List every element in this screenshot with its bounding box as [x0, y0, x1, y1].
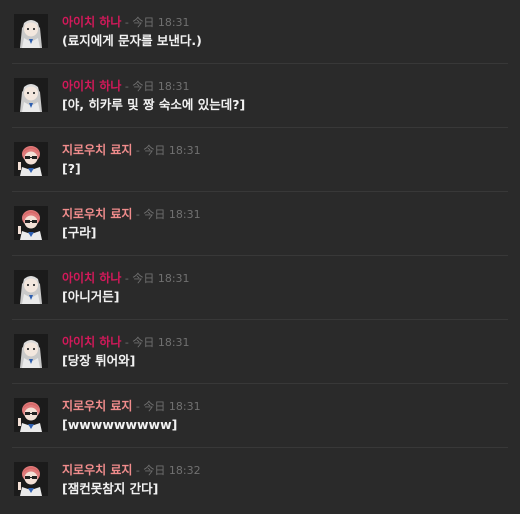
avatar-jirouchi-ryoji[interactable]	[14, 398, 48, 432]
message-text: (료지에게 문자를 보낸다.)	[62, 33, 202, 48]
timestamp: 今日 18:31	[143, 144, 201, 157]
message-text: [아니거든]	[62, 289, 120, 304]
author-name[interactable]: 지로우치 료지	[62, 399, 132, 413]
avatar-aichi-hana[interactable]	[14, 14, 48, 48]
avatar-jirouchi-ryoji[interactable]	[14, 206, 48, 240]
avatar-jirouchi-ryoji[interactable]	[14, 142, 48, 176]
message-header: 지로우치 료지 - 今日 18:31	[62, 397, 201, 413]
avatar-aichi-hana[interactable]	[14, 270, 48, 304]
message-text: [야, 히카루 및 짱 숙소에 있는데?]	[62, 97, 246, 112]
message-header: 지로우치 료지 - 今日 18:31	[62, 205, 201, 221]
message-header: 지로우치 료지 - 今日 18:31	[62, 141, 201, 157]
chat-message: 아이치 하나 - 今日 18:31 (료지에게 문자를 보낸다.)	[0, 0, 520, 64]
header-separator: -	[121, 272, 133, 285]
message-text: [잼컨못참지 간다]	[62, 481, 159, 496]
message-header: 지로우치 료지 - 今日 18:32	[62, 461, 201, 477]
header-separator: -	[132, 464, 144, 477]
message-text: [구라]	[62, 225, 97, 240]
author-name[interactable]: 아이치 하나	[62, 15, 121, 29]
message-header: 아이치 하나 - 今日 18:31	[62, 269, 190, 285]
chat-message: 지로우치 료지 - 今日 18:31 [구라]	[0, 192, 520, 256]
author-name[interactable]: 아이치 하나	[62, 79, 121, 93]
chat-message: 아이치 하나 - 今日 18:31 [당장 튀어와]	[0, 320, 520, 384]
chat-message: 아이치 하나 - 今日 18:31 [아니거든]	[0, 256, 520, 320]
timestamp: 今日 18:31	[132, 16, 190, 29]
avatar-jirouchi-ryoji[interactable]	[14, 462, 48, 496]
timestamp: 今日 18:31	[132, 272, 190, 285]
timestamp: 今日 18:31	[132, 336, 190, 349]
chat-message: 지로우치 료지 - 今日 18:31 [?]	[0, 128, 520, 192]
header-separator: -	[132, 208, 144, 221]
author-name[interactable]: 지로우치 료지	[62, 143, 132, 157]
chat-log: 아이치 하나 - 今日 18:31 (료지에게 문자를 보낸다.) 아이치 하나…	[0, 0, 520, 514]
author-name[interactable]: 지로우치 료지	[62, 463, 132, 477]
header-separator: -	[132, 400, 144, 413]
author-name[interactable]: 아이치 하나	[62, 335, 121, 349]
chat-message: 지로우치 료지 - 今日 18:31 [wwwwwwwww]	[0, 384, 520, 448]
avatar-aichi-hana[interactable]	[14, 334, 48, 368]
header-separator: -	[132, 144, 144, 157]
timestamp: 今日 18:31	[143, 208, 201, 221]
message-text: [?]	[62, 161, 81, 176]
chat-message: 지로우치 료지 - 今日 18:32 [잼컨못참지 간다]	[0, 448, 520, 512]
timestamp: 今日 18:32	[143, 464, 201, 477]
header-separator: -	[121, 336, 133, 349]
message-text: [당장 튀어와]	[62, 353, 136, 368]
message-header: 아이치 하나 - 今日 18:31	[62, 333, 190, 349]
message-text: [wwwwwwwww]	[62, 417, 178, 432]
chat-message: 아이치 하나 - 今日 18:31 [야, 히카루 및 짱 숙소에 있는데?]	[0, 64, 520, 128]
header-separator: -	[121, 80, 133, 93]
header-separator: -	[121, 16, 133, 29]
timestamp: 今日 18:31	[143, 400, 201, 413]
message-header: 아이치 하나 - 今日 18:31	[62, 77, 190, 93]
message-header: 아이치 하나 - 今日 18:31	[62, 13, 190, 29]
author-name[interactable]: 지로우치 료지	[62, 207, 132, 221]
avatar-aichi-hana[interactable]	[14, 78, 48, 112]
author-name[interactable]: 아이치 하나	[62, 271, 121, 285]
timestamp: 今日 18:31	[132, 80, 190, 93]
